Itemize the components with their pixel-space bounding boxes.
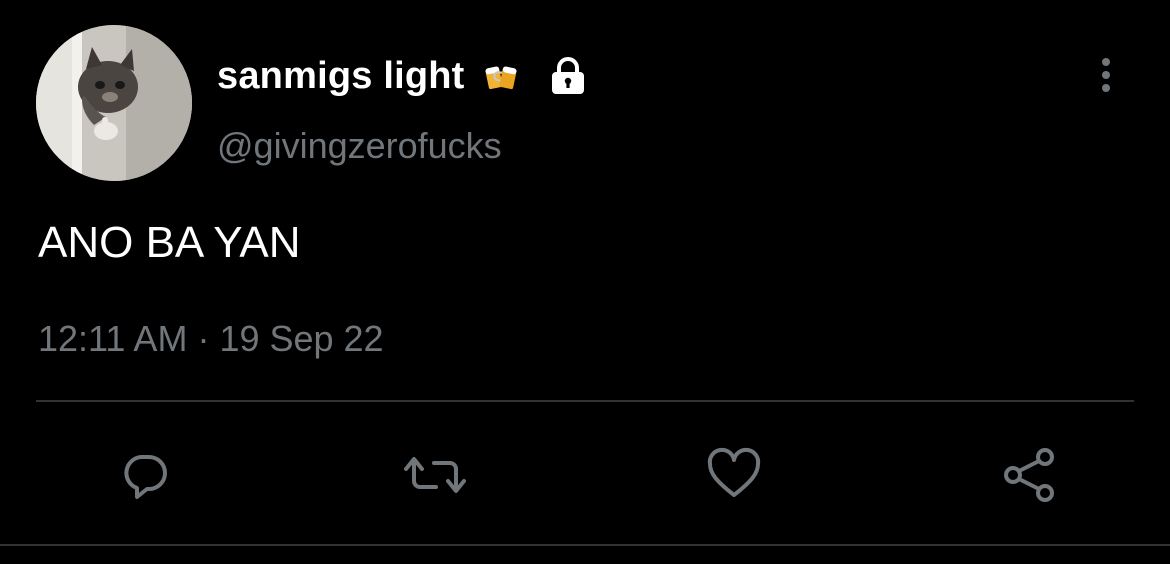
- bottom-divider: [0, 544, 1170, 546]
- tweet-timestamp[interactable]: 12:11 AM · 19 Sep 22: [38, 318, 384, 360]
- beer-mugs-icon: [481, 56, 521, 96]
- retweet-button[interactable]: [400, 440, 470, 510]
- share-button[interactable]: [994, 440, 1064, 510]
- tweet-card: sanmigs light @givingzerofucks ANO BA YA…: [0, 0, 1170, 564]
- tweet-time: 12:11 AM: [38, 318, 188, 359]
- author-handle[interactable]: @givingzerofucks: [217, 125, 502, 167]
- meta-separator: ·: [197, 318, 210, 359]
- avatar[interactable]: [36, 25, 192, 181]
- retweet-icon: [404, 457, 466, 493]
- display-name[interactable]: sanmigs light: [217, 55, 465, 98]
- divider: [36, 400, 1134, 402]
- author-name-row: sanmigs light: [217, 50, 589, 102]
- reply-icon: [124, 455, 167, 499]
- share-icon: [1004, 448, 1054, 502]
- avatar-image: [36, 25, 192, 181]
- like-heart-icon: [707, 447, 761, 497]
- lock-icon: [547, 55, 589, 97]
- reply-button[interactable]: [110, 440, 180, 510]
- tweet-date: 19 Sep 22: [219, 318, 384, 359]
- more-vertical-icon: [1102, 58, 1110, 92]
- tweet-text: ANO BA YAN: [38, 218, 301, 267]
- more-options-button[interactable]: [1092, 56, 1120, 96]
- like-button[interactable]: [699, 440, 769, 510]
